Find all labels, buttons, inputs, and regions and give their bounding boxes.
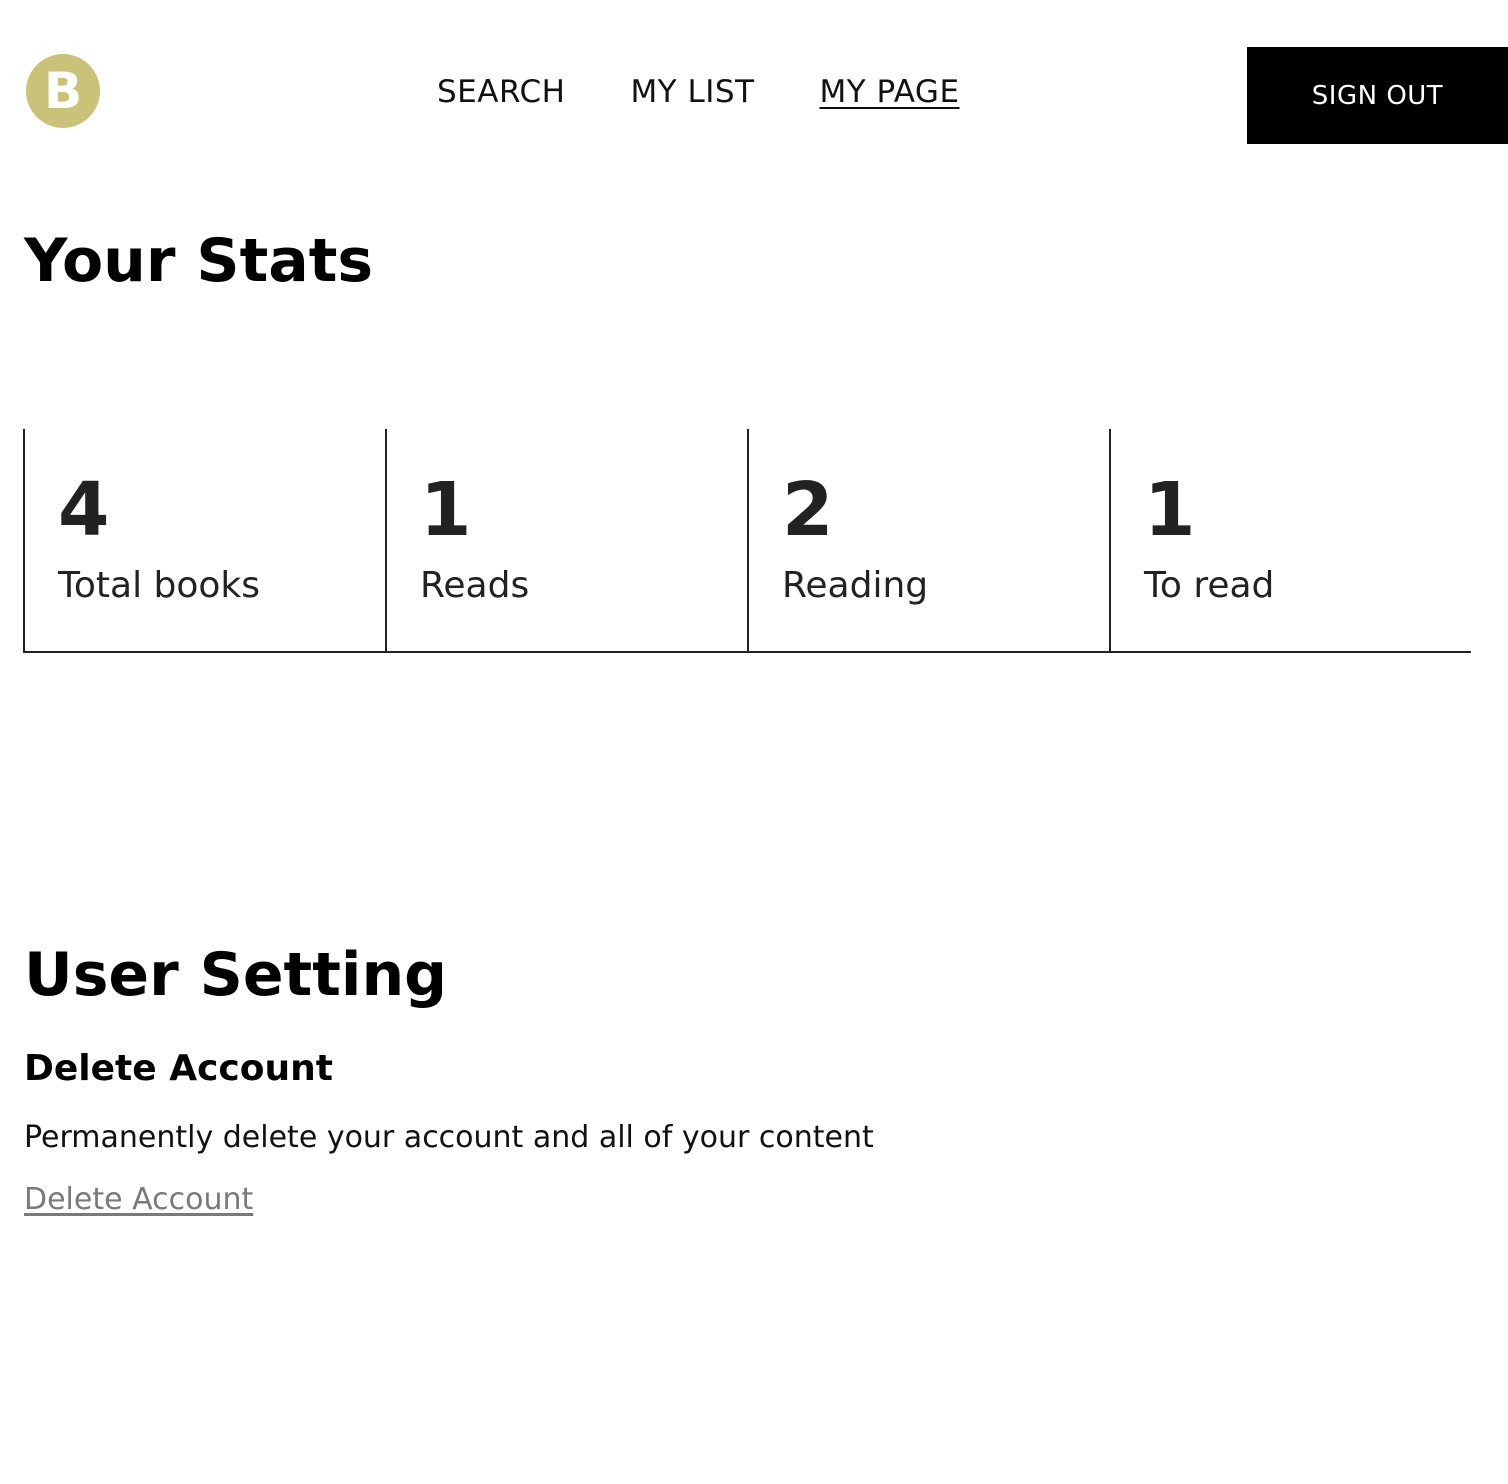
delete-account-heading: Delete Account (24, 1048, 333, 1089)
stat-value: 1 (420, 467, 472, 553)
sign-out-button[interactable]: SIGN OUT (1247, 47, 1508, 144)
logo[interactable]: B (26, 54, 100, 128)
stat-value: 1 (1144, 467, 1196, 553)
logo-letter: B (43, 62, 83, 120)
nav-my-page[interactable]: MY PAGE (820, 74, 960, 110)
stats-title: Your Stats (24, 226, 374, 296)
stats-grid: 4 Total books 1 Reads 2 Reading 1 To rea… (23, 429, 1471, 653)
stat-label: Reads (420, 565, 530, 606)
stat-value: 2 (782, 467, 834, 553)
stat-label: Total books (58, 565, 261, 606)
stat-value: 4 (58, 467, 110, 553)
main-nav: SEARCH MY LIST MY PAGE (437, 74, 960, 110)
stat-label: Reading (782, 565, 929, 606)
delete-account-link[interactable]: Delete Account (24, 1182, 253, 1217)
stat-label: To read (1144, 565, 1275, 606)
nav-my-list[interactable]: MY LIST (630, 74, 754, 110)
settings-title: User Setting (24, 940, 448, 1010)
stat-card-reading: 2 Reading (747, 429, 1109, 651)
stat-card-to-read: 1 To read (1109, 429, 1471, 651)
nav-search[interactable]: SEARCH (437, 74, 565, 110)
delete-account-description: Permanently delete your account and all … (24, 1120, 874, 1155)
stat-card-total-books: 4 Total books (23, 429, 385, 651)
page: B SEARCH MY LIST MY PAGE SIGN OUT Your S… (0, 0, 1508, 1484)
stat-card-reads: 1 Reads (385, 429, 747, 651)
